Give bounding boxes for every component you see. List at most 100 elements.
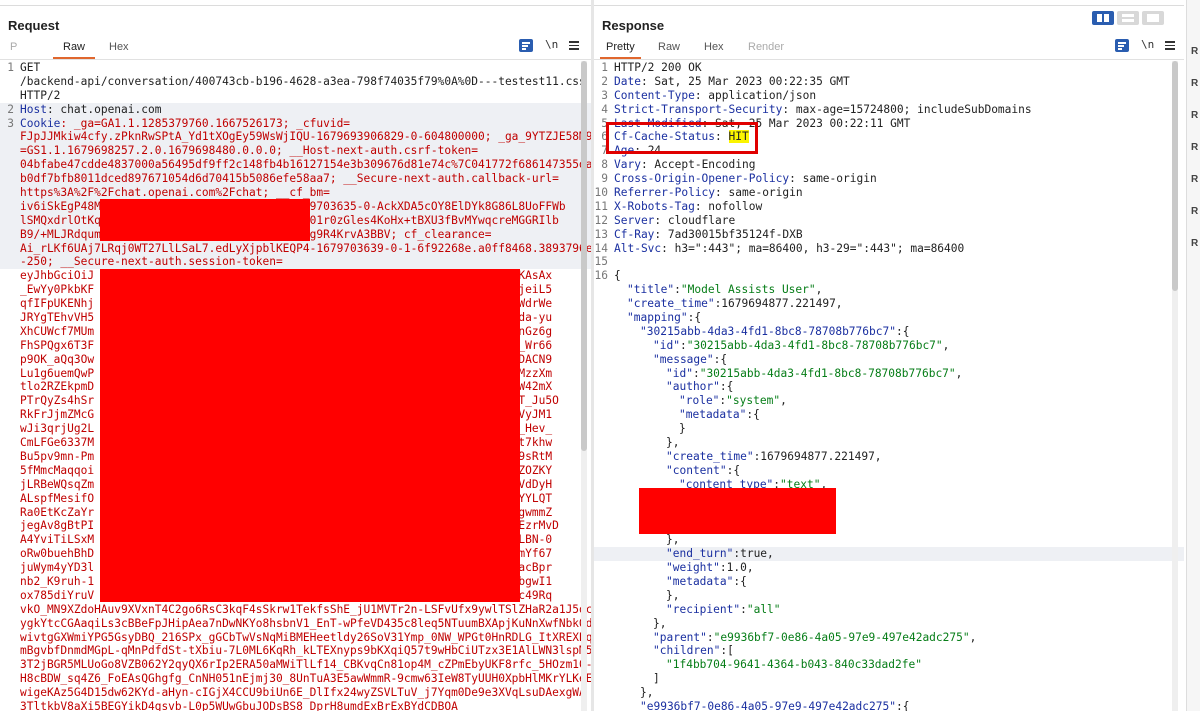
code-content: { <box>614 269 621 283</box>
code-content: ygkYtcCGAaqiLs3cBBeFpJHipAea7nDwNKYo8hsb… <box>20 616 591 630</box>
line-number: 12 <box>594 213 608 227</box>
json-punct: :{ <box>895 699 910 711</box>
code-line: =GS1.1.1679698257.2.0.1679698480.0.0.0; … <box>0 144 591 159</box>
header-value: : same-origin <box>715 186 803 200</box>
code-text: "role":"system", <box>679 394 787 408</box>
code-text: vkO_MN9XZdoHAuv9XVxnT4C2go6RsC3kqF4sSkrw… <box>20 603 591 617</box>
code-text: "30215abb-4da3-4fd1-8bc8-78708b776bc7":{ <box>640 325 909 339</box>
header-value: : _ga=GA1.1.1285379760.1667526173; _cfuv… <box>60 116 351 130</box>
tab-render[interactable]: Render <box>748 39 784 59</box>
tab-raw[interactable]: Raw <box>53 39 96 59</box>
line-number: 3 <box>7 116 14 130</box>
inspector-side-strip[interactable]: R R R R R R R <box>1186 0 1200 711</box>
code-line: "message":{ <box>594 353 1184 367</box>
json-punct: :{ <box>687 311 702 325</box>
side-tab[interactable]: R <box>1191 78 1198 89</box>
json-string: "30215abb-4da3-4fd1-8bc8-78708b776bc7" <box>686 338 943 352</box>
scrollbar-thumb[interactable] <box>581 61 587 451</box>
json-punct: :[ <box>720 644 734 658</box>
request-pane: Request P Raw Hex \n 1 GET/backend-api/co… <box>0 0 591 711</box>
tab-hex[interactable]: Hex <box>704 39 724 59</box>
code-content: wigeKAz5G4D15dw62KYd-aHyn-cIGjX4CCU9biUn… <box>20 686 586 700</box>
response-editor[interactable]: 1 HTTP/2 200 OK 2 Date: Sat, 25 Mar 2023 00… <box>594 61 1184 711</box>
code-line: 1 HTTP/2 200 OK <box>594 61 1184 75</box>
code-text: Server: cloudflare <box>614 214 735 228</box>
code-line: "recipient":"all" <box>594 603 1184 617</box>
header-name: Date <box>614 74 641 88</box>
show-newlines-button[interactable]: \n <box>1141 38 1154 51</box>
side-by-side-layout-icon[interactable] <box>1092 11 1114 25</box>
code-text: Content-Type: application/json <box>614 89 816 103</box>
code-line: "create_time":1679694877.221497, <box>594 297 1184 311</box>
header-name: Alt-Svc <box>614 241 662 255</box>
code-text: "create_time":1679694877.221497, <box>627 297 843 311</box>
code-line: "e9936bf7-0e86-4a05-97e9-497e42adc275":{ <box>594 700 1184 711</box>
json-punct: : <box>706 630 714 644</box>
code-line: https%3A%2F%2Fchat.openai.com%2Fchat; __… <box>0 186 591 200</box>
json-punct: :{ <box>726 463 741 477</box>
top-bottom-layout-icon[interactable] <box>1117 11 1139 25</box>
side-tab[interactable]: R <box>1191 46 1198 57</box>
json-string: "Model Assists User" <box>680 283 816 297</box>
header-name: Cf-Ray <box>614 227 655 241</box>
code-text: "1f4bb704-9641-4364-b043-840c33dad2fe" <box>666 658 922 672</box>
line-number: 16 <box>594 269 608 283</box>
code-line: -250; __Secure-next-auth.session-token= <box>0 255 591 270</box>
tab-pretty[interactable]: P <box>10 39 17 59</box>
tab-raw[interactable]: Raw <box>658 39 680 59</box>
request-scrollbar[interactable] <box>581 61 587 711</box>
wrap-lines-icon[interactable] <box>519 39 533 52</box>
json-punct: : <box>679 338 687 352</box>
show-newlines-button[interactable]: \n <box>545 38 558 51</box>
json-punct: , <box>955 366 963 380</box>
tab-hex[interactable]: Hex <box>109 39 129 59</box>
code-text: Strict-Transport-Security: max-age=15724… <box>614 103 1032 117</box>
json-punct: , <box>942 338 950 352</box>
code-text: "message":{ <box>653 353 727 367</box>
side-tab[interactable]: R <box>1191 142 1198 153</box>
code-line: 2 Host: chat.openai.com <box>0 102 591 117</box>
json-punct: }, <box>640 686 654 700</box>
json-string: "system" <box>726 394 781 408</box>
code-line: "metadata":{ <box>594 575 1184 589</box>
header-name: Referrer-Policy <box>614 186 716 200</box>
menu-icon[interactable] <box>1165 40 1175 50</box>
code-text: Host: chat.openai.com <box>20 103 161 117</box>
json-key: "id" <box>666 366 693 380</box>
code-content: GET <box>20 61 41 74</box>
tabs-layout-icon[interactable] <box>1142 11 1164 25</box>
code-line: b0df7bfb8011dced897671054d6d70415b5086ef… <box>0 172 591 187</box>
code-line: 3T2jBGR5MLUoGo8VZB062Y2qyQX6rIp2ERA50aMW… <box>0 658 591 672</box>
side-tab[interactable]: R <box>1191 110 1198 121</box>
code-line: "create_time":1679694877.221497, <box>594 450 1184 464</box>
json-key: "id" <box>653 338 680 352</box>
json-punct: :1.0, <box>719 561 754 575</box>
response-scrollbar[interactable] <box>1172 61 1178 711</box>
code-line: } <box>594 422 1184 436</box>
json-key: "e9936bf7-0e86-4a05-97e9-497e42adc275" <box>640 699 896 711</box>
code-line: "content":{ <box>594 464 1184 478</box>
code-line: 13 Cf-Ray: 7ad30015bf35124f-DXB <box>594 228 1184 242</box>
json-punct: ] <box>653 672 660 686</box>
side-tab[interactable]: R <box>1191 238 1198 249</box>
code-text: ] <box>653 672 660 686</box>
side-tab[interactable]: R <box>1191 206 1198 217</box>
code-line: "mapping":{ <box>594 311 1184 325</box>
line-number: 13 <box>594 227 608 241</box>
code-text: }, <box>653 617 666 631</box>
header-name: X-Robots-Tag <box>614 199 695 213</box>
layout-switcher <box>1092 11 1172 25</box>
json-key: "author" <box>666 380 720 394</box>
scrollbar-thumb[interactable] <box>1172 61 1178 291</box>
code-content: -250; __Secure-next-auth.session-token= <box>20 255 283 269</box>
header-name: Strict-Transport-Security <box>614 102 783 116</box>
code-line: 12 Server: cloudflare <box>594 214 1184 228</box>
tab-pretty[interactable]: Pretty <box>600 39 641 59</box>
json-punct: , <box>969 630 977 644</box>
code-line: ] <box>594 672 1184 686</box>
json-punct: :1679694877.221497, <box>753 449 882 463</box>
code-line: 11 X-Robots-Tag: nofollow <box>594 200 1184 214</box>
wrap-lines-icon[interactable] <box>1115 39 1129 52</box>
side-tab[interactable]: R <box>1191 174 1198 185</box>
menu-icon[interactable] <box>569 40 579 50</box>
